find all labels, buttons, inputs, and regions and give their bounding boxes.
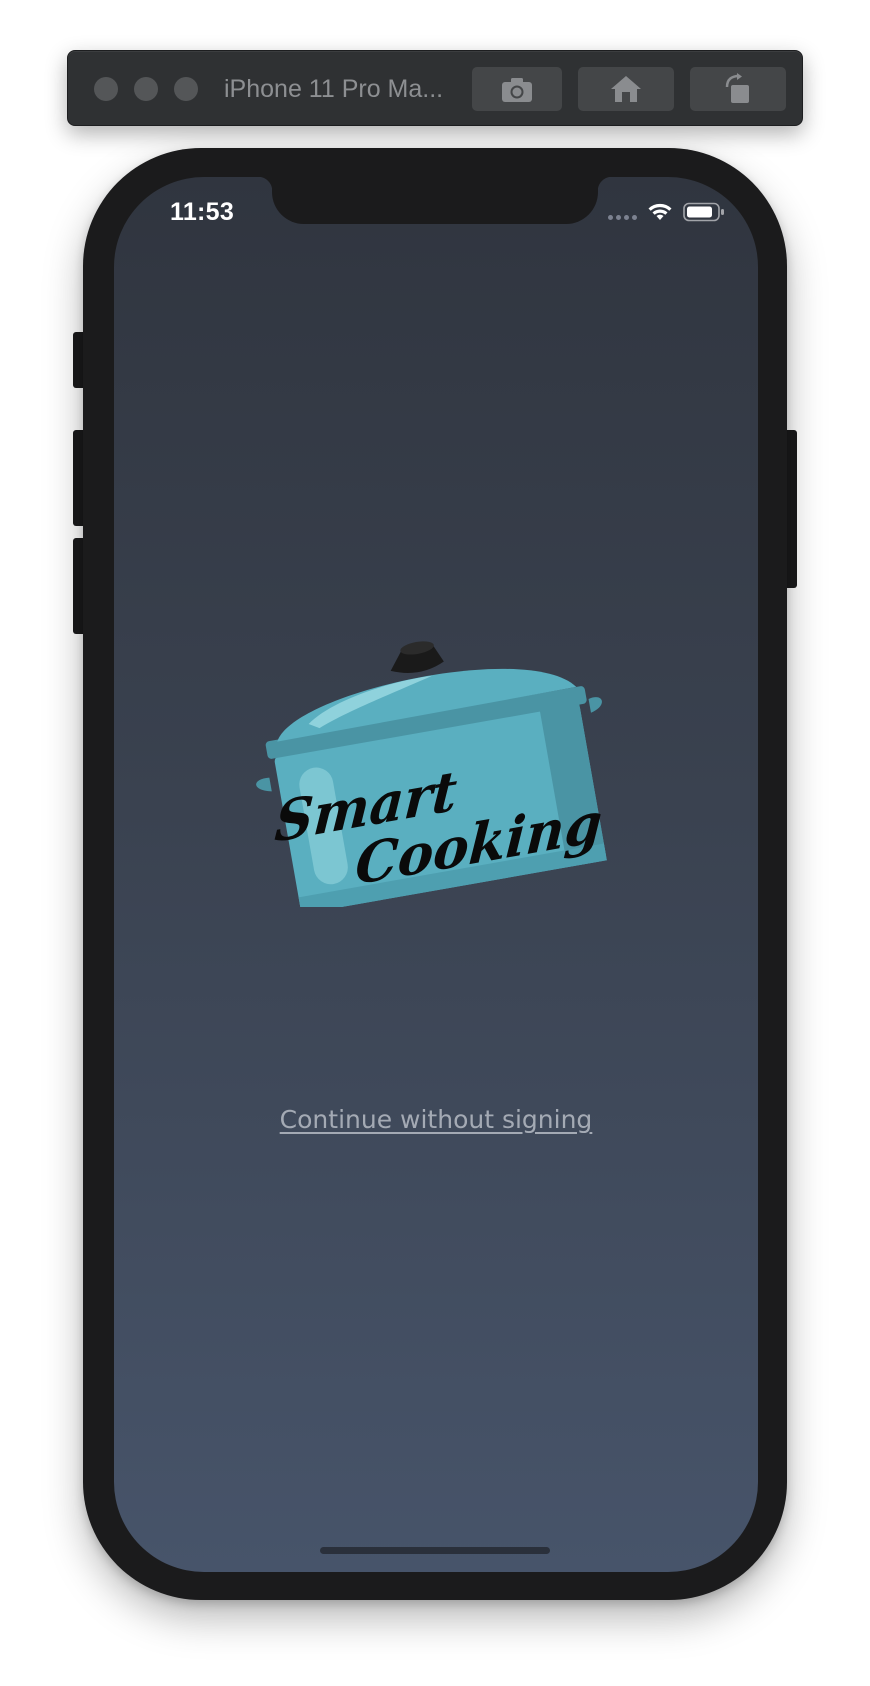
- continue-without-signing-link[interactable]: Continue without signing: [114, 1105, 758, 1134]
- smart-cooking-logo: Smart Cooking: [256, 641, 607, 907]
- device-screen: 11:53 Smart Cooking Continue without sig…: [114, 177, 758, 1572]
- wifi-icon: [648, 203, 672, 220]
- rotate-button[interactable]: [690, 67, 786, 111]
- home-indicator[interactable]: [320, 1547, 550, 1554]
- home-icon: [611, 76, 641, 102]
- screenshot-button[interactable]: [472, 67, 562, 111]
- home-button[interactable]: [578, 67, 674, 111]
- simulator-window: iPhone 11 Pro Ma... 11:53 Smart Cooking …: [0, 0, 870, 1686]
- simulator-toolbar: iPhone 11 Pro Ma...: [67, 50, 803, 126]
- notch: [258, 177, 612, 224]
- battery-icon: [683, 202, 724, 222]
- close-window-button[interactable]: [94, 77, 118, 101]
- status-icons: [608, 199, 725, 225]
- simulator-title: iPhone 11 Pro Ma...: [224, 75, 444, 103]
- camera-icon: [502, 78, 532, 102]
- status-time: 11:53: [170, 198, 235, 226]
- rotate-icon: [725, 73, 749, 103]
- minimize-window-button[interactable]: [134, 77, 158, 101]
- zoom-window-button[interactable]: [174, 77, 198, 101]
- cellular-signal-icon: [608, 214, 637, 220]
